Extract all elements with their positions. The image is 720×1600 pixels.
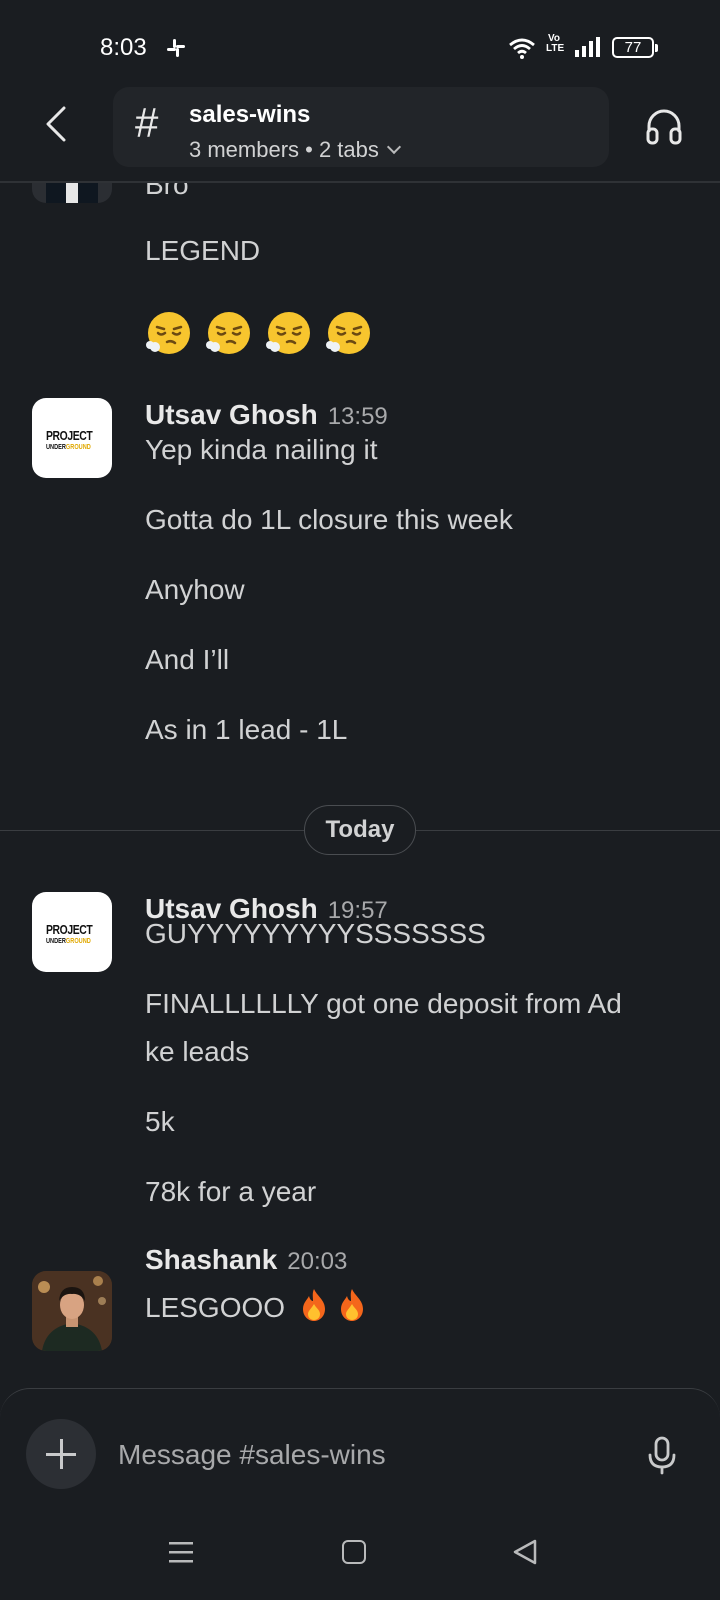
- message-list[interactable]: Bro LEGEND PROJECT UNDERGROUND Utsav Gho…: [0, 183, 720, 1393]
- message-line: As in 1 lead - 1L: [145, 714, 348, 745]
- back-arrow-icon[interactable]: [36, 102, 80, 146]
- message-composer: [0, 1388, 720, 1600]
- message-line: FINALLLLLLY got one deposit from Ad: [145, 988, 622, 1019]
- status-bar: 8:03 Vo LTE 77: [0, 0, 720, 92]
- message-line: LESGOOO: [145, 1288, 367, 1324]
- avatar-logo-subtext: UNDERGROUND: [46, 444, 91, 451]
- exhaling-face-emoji-icon: [206, 312, 250, 354]
- exhaling-face-emoji-icon: [326, 312, 370, 354]
- message-timestamp: 13:59: [327, 403, 388, 430]
- avatar[interactable]: [32, 1271, 112, 1351]
- avatar-logo-subtext: UNDERGROUND: [46, 938, 91, 945]
- message-line: 78k for a year: [145, 1176, 317, 1207]
- chevron-down-icon: [386, 139, 401, 155]
- message-line: Anyhow: [145, 574, 245, 605]
- message-text: LESGOOO: [145, 1292, 286, 1323]
- message-line: Bro: [145, 183, 189, 200]
- status-time: 8:03: [100, 34, 147, 61]
- channel-meta: 3 members • 2 tabs: [189, 137, 401, 163]
- avatar[interactable]: PROJECT UNDERGROUND: [32, 892, 112, 972]
- message-header: Utsav Ghosh 13:59: [145, 399, 388, 431]
- message-header: Shashank 20:03: [145, 1244, 347, 1276]
- volte-indicator: Vo LTE: [546, 33, 565, 54]
- sender-name[interactable]: Utsav Ghosh: [145, 399, 318, 430]
- exhaling-face-emoji-icon: [266, 312, 310, 354]
- avatar-logo-text: PROJECT: [46, 922, 93, 937]
- channel-header: # sales-wins 3 members • 2 tabs: [0, 84, 720, 182]
- channel-info-button[interactable]: # sales-wins 3 members • 2 tabs: [113, 87, 609, 167]
- channel-meta-text: 3 members • 2 tabs: [189, 137, 379, 162]
- wifi-icon: [509, 38, 535, 59]
- channel-hash-icon: #: [135, 99, 159, 146]
- avatar[interactable]: PROJECT UNDERGROUND: [32, 398, 112, 478]
- message-line: Gotta do 1L closure this week: [145, 504, 513, 535]
- avatar[interactable]: [32, 183, 112, 203]
- message-input[interactable]: [118, 1433, 598, 1477]
- fire-emoji-icon: [340, 1289, 363, 1321]
- message-line: 5k: [145, 1106, 175, 1137]
- fire-emoji-icon: [302, 1289, 325, 1321]
- day-divider[interactable]: Today: [304, 805, 416, 855]
- signal-icon: [575, 37, 600, 57]
- message-line: LEGEND: [145, 235, 261, 266]
- message-timestamp: 20:03: [287, 1248, 348, 1275]
- message-line: GUYYYYYYYYYSSSSSSS: [145, 918, 486, 949]
- channel-name: sales-wins: [189, 101, 311, 128]
- emoji-row: [145, 309, 385, 357]
- recent-apps-icon[interactable]: [168, 1540, 194, 1564]
- headphones-icon[interactable]: [644, 106, 684, 146]
- slack-notification-icon: [167, 39, 185, 57]
- nav-back-icon[interactable]: [512, 1538, 538, 1566]
- avatar-photo-image: [32, 1271, 112, 1351]
- message-line: Yep kinda nailing it: [145, 434, 378, 465]
- avatar-logo-text: PROJECT: [46, 428, 93, 443]
- exhaling-face-emoji-icon: [146, 312, 190, 354]
- battery-indicator: 77: [612, 37, 658, 58]
- sender-name[interactable]: Shashank: [145, 1244, 277, 1275]
- message-line: And I’ll: [145, 644, 230, 675]
- microphone-icon[interactable]: [644, 1435, 680, 1475]
- home-icon[interactable]: [342, 1540, 366, 1564]
- add-attachment-button[interactable]: [26, 1419, 96, 1489]
- message-line: ke leads: [145, 1036, 250, 1067]
